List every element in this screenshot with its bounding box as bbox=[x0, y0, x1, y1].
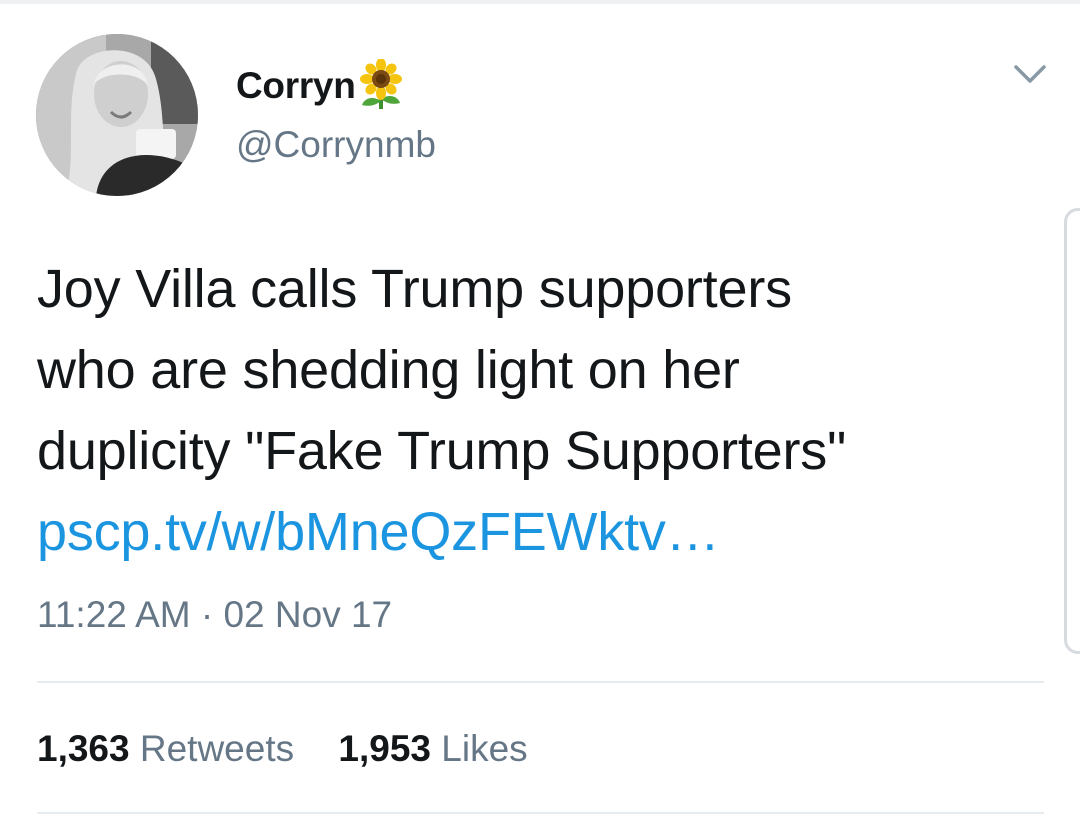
retweets-count: 1,363 bbox=[37, 728, 130, 769]
divider bbox=[37, 812, 1044, 814]
retweets-stat[interactable]: 1,363 Retweets bbox=[37, 728, 294, 770]
sunflower-icon bbox=[358, 57, 404, 116]
avatar-photo bbox=[36, 34, 198, 196]
tweet-text-line: who are shedding light on her bbox=[37, 340, 740, 400]
tweet-text: Joy Villa calls Trump supporters who are… bbox=[37, 249, 1047, 573]
author-handle[interactable]: @Corrynmb bbox=[236, 124, 436, 166]
likes-label: Likes bbox=[441, 728, 528, 769]
tweet-text-line: Joy Villa calls Trump supporters bbox=[37, 259, 792, 319]
tweet-link[interactable]: pscp.tv/w/bMneQzFEWktv… bbox=[37, 492, 1047, 573]
likes-count: 1,953 bbox=[338, 728, 431, 769]
retweets-label: Retweets bbox=[139, 728, 295, 769]
chevron-down-icon[interactable] bbox=[1012, 62, 1048, 88]
author-name-row[interactable]: Corryn bbox=[236, 57, 404, 112]
likes-stat[interactable]: 1,953 Likes bbox=[338, 728, 527, 770]
top-edge bbox=[0, 0, 1080, 4]
author-display-name[interactable]: Corryn bbox=[236, 65, 356, 107]
tweet-timestamp: 11:22 AM · 02 Nov 17 bbox=[37, 594, 393, 635]
scrollbar[interactable] bbox=[1064, 208, 1080, 654]
tweet-stats: 1,363 Retweets 1,953 Likes bbox=[37, 728, 528, 770]
divider bbox=[37, 681, 1044, 683]
tweet-text-line: duplicity "Fake Trump Supporters" bbox=[37, 421, 847, 481]
avatar[interactable] bbox=[36, 34, 198, 196]
